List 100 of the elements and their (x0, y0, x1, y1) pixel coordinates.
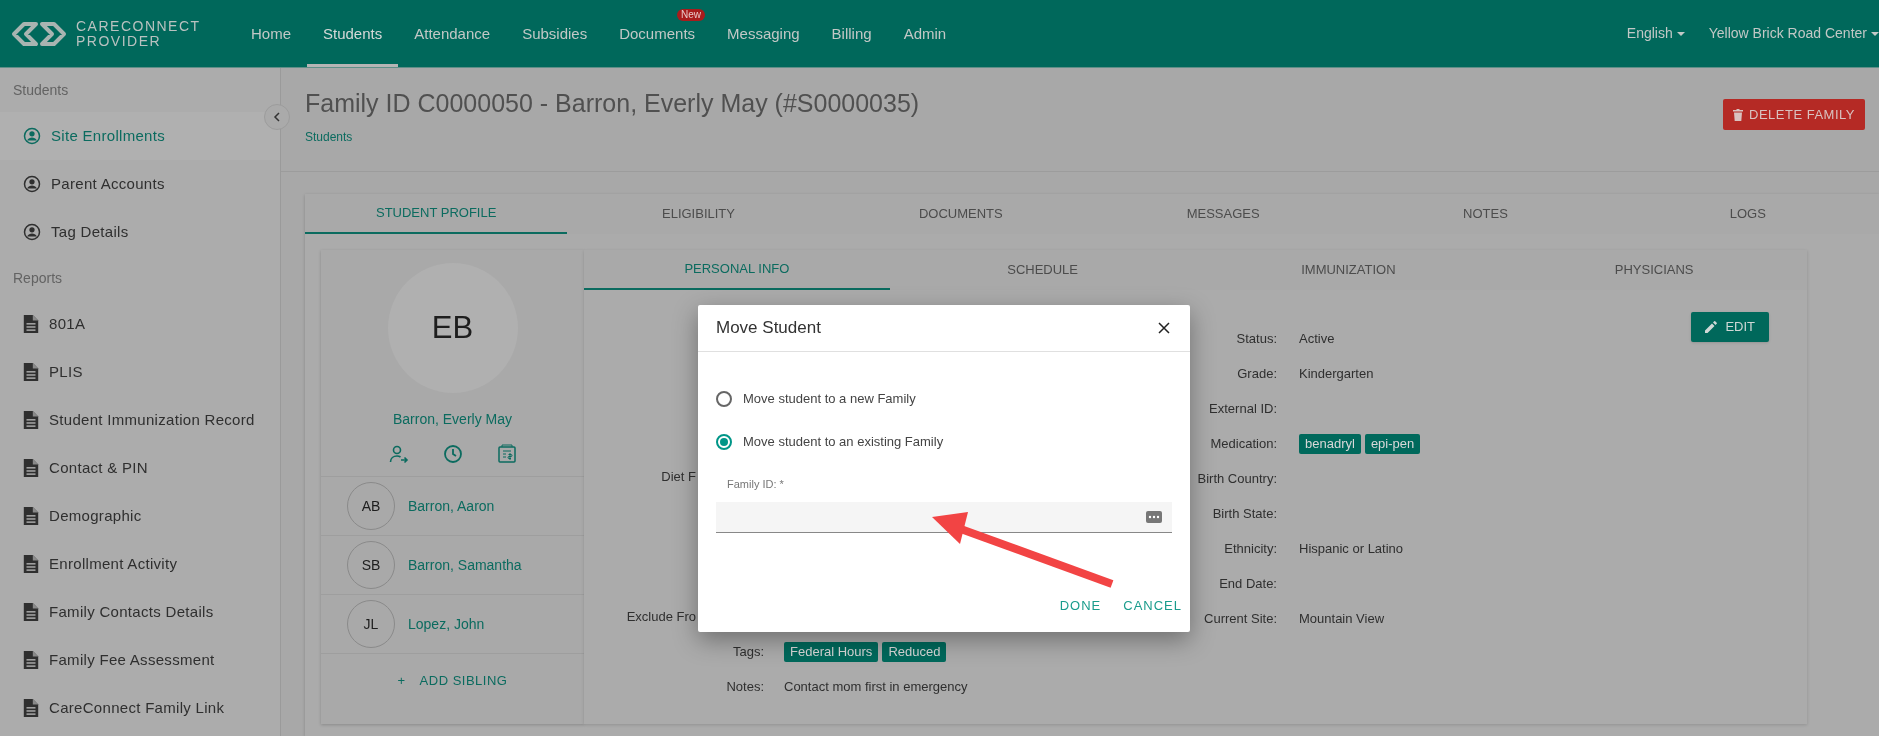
tag: Federal Hours (784, 642, 879, 662)
document-icon (23, 363, 39, 381)
sidebar-item[interactable]: CareConnect Family Link (0, 684, 280, 732)
invoice-icon[interactable] (496, 444, 517, 464)
nav-link[interactable]: Home (251, 25, 291, 42)
field-value: Kindergarten (1299, 364, 1374, 383)
new-badge: New (677, 9, 706, 21)
person-arrow-icon[interactable] (388, 444, 409, 464)
sidebar-heading: Students (12, 80, 70, 100)
delete-family-button[interactable]: DELETE FAMILY (1723, 99, 1865, 130)
tab[interactable]: ELIGIBILITY (567, 194, 830, 234)
close-button[interactable] (1156, 320, 1172, 336)
document-icon (23, 699, 39, 717)
sibling-name: Barron, Aaron (408, 496, 495, 516)
subtab[interactable]: IMMUNIZATION (1195, 250, 1502, 290)
family-id-field[interactable] (716, 501, 1172, 533)
radio-option[interactable]: Move student to an existing Family (716, 420, 1172, 463)
sidebar-item[interactable]: Family Fee Assessment (0, 636, 280, 684)
field-label: End Date: (1219, 575, 1277, 591)
radio-button[interactable] (716, 390, 732, 407)
nav-link[interactable]: Admin (903, 25, 947, 42)
brand-name: CARECONNECT (76, 18, 201, 34)
student-avatar: EB (387, 263, 518, 393)
document-icon (23, 411, 39, 429)
sidebar-heading: Reports (12, 268, 64, 288)
sidebar-item[interactable]: Student Immunization Record (0, 396, 280, 444)
person-icon (23, 175, 41, 193)
field-label: Medication: (1210, 435, 1277, 451)
chevron-left-icon (273, 112, 281, 122)
document-icon (23, 651, 39, 669)
student-name: Barron, Everly May (392, 410, 512, 429)
ellipsis-icon[interactable] (1146, 510, 1162, 523)
sidebar-item[interactable]: Site Enrollments (0, 112, 280, 160)
field-label: Notes: (726, 679, 764, 695)
sidebar-item[interactable]: Parent Accounts (0, 160, 280, 208)
field-value: Contact mom first in emergency (784, 678, 968, 697)
document-icon (23, 315, 39, 333)
tab[interactable]: NOTES (1354, 194, 1617, 234)
tab[interactable]: LOGS (1616, 194, 1879, 234)
tab[interactable]: DOCUMENTS (829, 194, 1092, 234)
pencil-icon (1705, 321, 1718, 333)
tag: benadryl (1299, 433, 1361, 454)
clock-icon[interactable] (442, 444, 463, 464)
site-dropdown[interactable]: Yellow Brick Road Center (1708, 23, 1879, 44)
field-label: Ethnicity: (1224, 540, 1277, 556)
tag: Reduced (882, 642, 947, 662)
field-label: Family ID: * (726, 477, 785, 492)
field-label: Exclude Fro (626, 609, 696, 625)
nav-link[interactable]: Messaging (727, 25, 800, 42)
nav-link[interactable]: Attendance (414, 25, 491, 42)
person-icon (23, 127, 41, 145)
subtab[interactable]: PHYSICIANS (1501, 250, 1807, 290)
field-label: Current Site: (1204, 610, 1277, 626)
field-label: Tags: (732, 644, 764, 660)
trash-icon (1733, 108, 1744, 121)
tab[interactable]: STUDENT PROFILE (305, 194, 568, 234)
dialog-button[interactable]: DONE (1059, 595, 1102, 615)
document-icon (23, 603, 39, 621)
close-icon (1158, 322, 1170, 334)
field-label: External ID: (1209, 400, 1277, 416)
person-icon (23, 223, 41, 241)
field-label: Diet F (661, 469, 696, 485)
brand-subtitle: PROVIDER (76, 33, 163, 49)
nav-link[interactable]: Subsidies (522, 25, 588, 42)
nav-link[interactable]: Students (323, 25, 383, 42)
collapse-button[interactable] (264, 104, 290, 130)
field-label: Birth Country: (1197, 470, 1277, 486)
field-value: Active (1299, 329, 1335, 348)
sidebar-item[interactable]: Enrollment Activity (0, 540, 280, 588)
sidebar-item[interactable]: Tag Details (0, 208, 280, 256)
document-icon (23, 555, 39, 573)
subtab[interactable]: SCHEDULE (889, 250, 1196, 290)
field-value: Hispanic or Latino (1299, 539, 1404, 558)
page-title: Family ID C0000050 - Barron, Everly May (#S0000035) (305, 88, 920, 119)
document-icon (23, 459, 39, 477)
field-label: Grade: (1237, 365, 1277, 381)
sidebar-item[interactable]: 801A (0, 300, 280, 348)
radio-button[interactable] (716, 433, 732, 450)
document-icon (23, 507, 39, 525)
sibling-name: Barron, Samantha (408, 555, 522, 575)
field-value: Mountain View (1299, 609, 1385, 628)
breadcrumb-link[interactable]: Students (305, 128, 920, 146)
radio-option[interactable]: Move student to a new Family (716, 377, 1172, 420)
sidebar-item[interactable]: Contact & PIN (0, 444, 280, 492)
dialog-button[interactable]: CANCEL (1123, 595, 1182, 615)
nav-link[interactable]: Documents (619, 25, 696, 42)
sibling-name: Lopez, John (408, 614, 485, 634)
tab[interactable]: MESSAGES (1092, 194, 1355, 234)
edit-button[interactable]: EDIT (1691, 312, 1769, 342)
language-dropdown[interactable]: English (1626, 23, 1685, 44)
nav-link[interactable]: Billing (831, 25, 872, 42)
logo-icon (10, 19, 68, 48)
plus-icon: + (397, 670, 406, 691)
dialog-title: Move Student (716, 317, 821, 340)
sidebar-item[interactable]: Family Contacts Details (0, 588, 280, 636)
subtab[interactable]: PERSONAL INFO (584, 250, 890, 290)
tag: epi-pen (1364, 433, 1421, 454)
sidebar-item[interactable]: Demographic (0, 492, 280, 540)
sidebar-item[interactable]: PLIS (0, 348, 280, 396)
field-label: Status: (1236, 330, 1277, 346)
